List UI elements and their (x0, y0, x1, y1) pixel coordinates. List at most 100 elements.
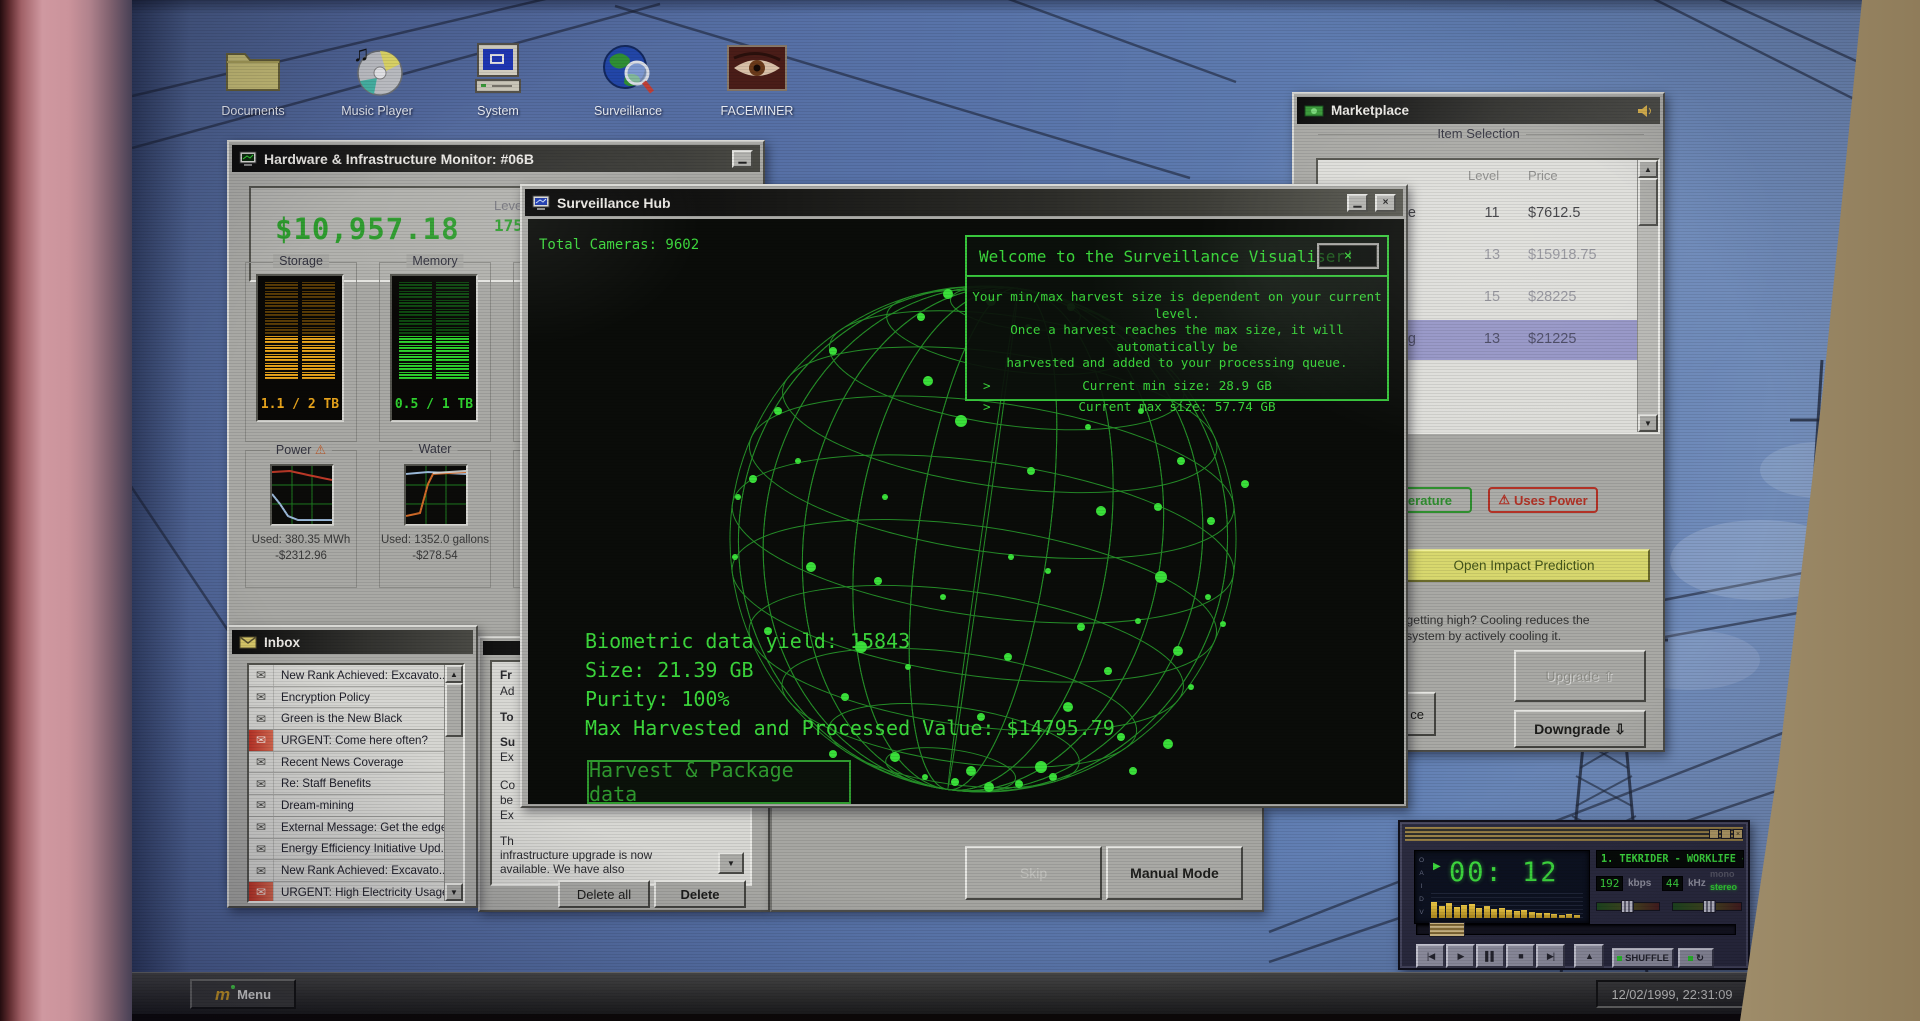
spectrum-bar (1483, 906, 1490, 918)
gauge-segment (265, 327, 298, 334)
previous-button[interactable]: |◀ (1416, 944, 1445, 968)
spectrum-bar (1476, 908, 1482, 918)
gauge-segment (436, 300, 469, 307)
gauge-segment (436, 363, 469, 370)
pause-button[interactable]: ▌▌ (1476, 944, 1505, 968)
scroll-up-icon[interactable]: ▲ (1638, 160, 1658, 178)
down-arrow-icon: ⇩ (1614, 720, 1626, 737)
stereo-indicator: stereo (1710, 882, 1738, 892)
close-button[interactable]: × (1375, 193, 1396, 212)
gauge-segment (302, 345, 335, 352)
email-text-fragment: Ad (500, 684, 515, 698)
seek-bar[interactable] (1416, 922, 1736, 937)
spectrum-bar (1461, 905, 1467, 918)
desktop-icon-music-player[interactable]: ♫ Music Player (327, 38, 427, 134)
inbox-message-row[interactable]: ✉ Energy Efficiency Initiative Upd... (249, 838, 463, 861)
mono-indicator: mono (1710, 869, 1735, 879)
camera-dot (1008, 554, 1014, 560)
inbox-message-row[interactable]: ✉ Recent News Coverage (249, 751, 463, 774)
player-shade-button[interactable] (1721, 829, 1731, 839)
inbox-message-row[interactable]: ✉ Green is the New Black (249, 708, 463, 731)
manual-mode-button[interactable]: Manual Mode (1106, 846, 1243, 900)
stop-button[interactable]: ■ (1506, 944, 1535, 968)
player-titlebar[interactable]: × (1405, 827, 1743, 841)
message-subject: New Rank Achieved: Excavato... (281, 668, 449, 682)
gauge-segment (265, 354, 298, 361)
monitor-bezel-left (0, 0, 132, 1021)
water-graph (404, 464, 468, 526)
inbox-message-row[interactable]: ✉ New Rank Achieved: Excavato... (249, 665, 463, 687)
skip-button[interactable]: Skip (965, 846, 1102, 900)
marketplace-titlebar[interactable]: Marketplace (1297, 97, 1660, 124)
desktop-icon-system[interactable]: System (448, 38, 548, 134)
camera-dot (829, 750, 837, 758)
inbox-titlebar[interactable]: Inbox (232, 630, 473, 654)
camera-dot (940, 594, 946, 600)
dialog-close-button[interactable]: × (1317, 243, 1379, 269)
clutterbar[interactable]: OAIDV (1417, 854, 1426, 919)
scroll-down-icon[interactable]: ▼ (1638, 414, 1658, 432)
spectrum-bar (1491, 909, 1497, 918)
repeat-button[interactable]: ↻ (1678, 948, 1714, 968)
hardware-monitor-titlebar[interactable]: Hardware & Infrastructure Monitor: #06B … (232, 145, 760, 172)
monitor-icon (239, 151, 257, 166)
inbox-message-row[interactable]: ✉ Re: Staff Benefits (249, 773, 463, 796)
delete-all-button[interactable]: Delete all (558, 880, 650, 908)
inbox-message-row[interactable]: ✉ URGENT: Come here often? (249, 730, 463, 752)
inbox-scrollbar[interactable]: ▲ ▼ (444, 665, 463, 901)
email-text-fragment: infrastructure upgrade is now (500, 848, 653, 862)
desktop-icon-faceminer[interactable]: FACEMINER (707, 38, 807, 134)
gauge-segment (265, 291, 298, 298)
email-scroll-down-button[interactable]: ▼ (718, 852, 744, 874)
next-button[interactable]: ▶| (1536, 944, 1565, 968)
gauge-segment (302, 363, 335, 370)
prompt-icon: > (983, 398, 991, 414)
camera-dot (1049, 773, 1057, 781)
dialog-title: Welcome to the Surveillance Visualiser! (979, 246, 1355, 266)
seek-handle[interactable] (1429, 922, 1465, 937)
play-button[interactable]: ▶ (1446, 944, 1475, 968)
gauge-segment (436, 336, 469, 343)
open-impact-prediction-button[interactable]: Open Impact Prediction (1398, 549, 1650, 582)
inbox-message-row[interactable]: ✉ URGENT: High Electricity Usage (249, 881, 463, 901)
scroll-up-icon[interactable]: ▲ (445, 665, 463, 683)
gauge-segment (399, 318, 432, 325)
minimize-button[interactable]: ▁ (1347, 193, 1368, 212)
eject-button[interactable]: ▲ (1574, 944, 1604, 968)
gauge-segment (399, 327, 432, 334)
player-minimize-button[interactable] (1709, 829, 1719, 839)
minimize-button[interactable]: ▁ (732, 149, 753, 168)
menu-button[interactable]: m Menu (190, 979, 296, 1009)
message-subject: Re: Staff Benefits (281, 777, 372, 791)
player-close-icon[interactable]: × (1733, 829, 1743, 839)
desktop-icon-documents[interactable]: Documents (203, 38, 303, 134)
shuffle-button[interactable]: SHUFFLE (1612, 948, 1674, 968)
delete-button[interactable]: Delete (654, 880, 746, 908)
volume-slider[interactable] (1596, 900, 1660, 913)
email-text-fragment: To (500, 710, 514, 724)
max-value-stat: Max Harvested and Processed Value: $1479… (585, 716, 1115, 740)
level-column-header: Level (1468, 168, 1500, 183)
memory-group: Memory 0.5 / 1 TB (379, 254, 491, 442)
desktop-icon-surveillance[interactable]: Surveillance (578, 38, 678, 134)
upgrade-button[interactable]: Upgrade ⇧ (1514, 650, 1646, 702)
surveillance-titlebar[interactable]: Surveillance Hub ▁ × (525, 189, 1403, 216)
spectrum-bar (1521, 910, 1527, 918)
inbox-message-row[interactable]: ✉ New Rank Achieved: Excavato... (249, 860, 463, 882)
balance-slider[interactable] (1672, 900, 1742, 913)
inbox-message-row[interactable]: ✉ Dream-mining (249, 795, 463, 817)
camera-dot (1027, 467, 1035, 475)
inbox-message-row[interactable]: ✉ Encryption Policy (249, 686, 463, 709)
camera-dot (1015, 780, 1023, 788)
downgrade-button[interactable]: Downgrade ⇩ (1514, 710, 1646, 748)
scroll-down-icon[interactable]: ▼ (445, 883, 463, 901)
speaker-icon[interactable] (1637, 104, 1653, 118)
inbox-message-row[interactable]: ✉ External Message: Get the edge... (249, 816, 463, 839)
harvest-package-button[interactable]: Harvest & Package data (587, 758, 851, 804)
spectrum-bar (1506, 910, 1512, 918)
scrollbar-thumb[interactable] (445, 683, 463, 737)
scrollbar-thumb[interactable] (1638, 178, 1658, 226)
gauge-segment (265, 282, 298, 289)
email-text-fragment: Co (500, 778, 516, 792)
marketplace-scrollbar[interactable]: ▲ ▼ (1637, 160, 1658, 432)
